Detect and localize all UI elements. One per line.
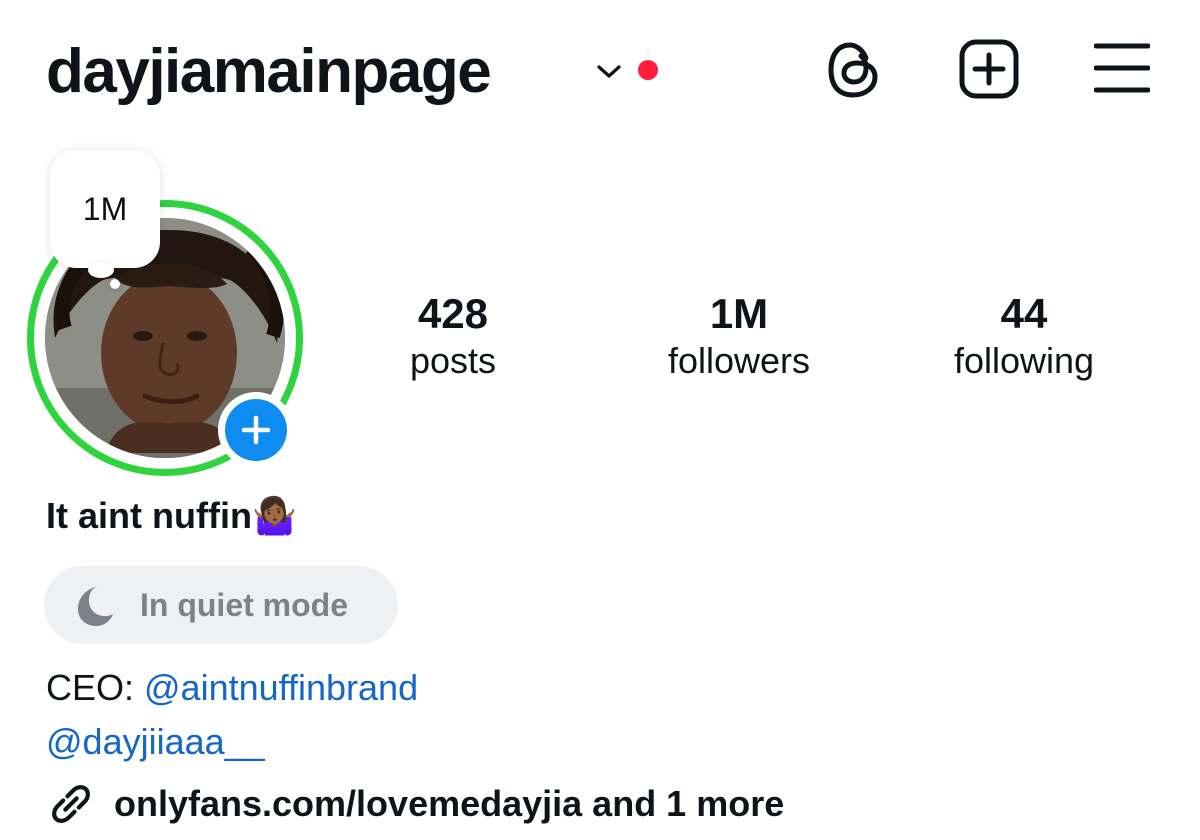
second-account-link[interactable]: @dayjiiaaa__ xyxy=(46,721,265,762)
ceo-link[interactable]: @aintnuffinbrand xyxy=(144,667,418,708)
note-text: 1M xyxy=(82,190,128,227)
posts-count: 428 xyxy=(417,290,489,337)
quiet-mode-text: In quiet mode xyxy=(140,586,348,623)
external-links[interactable]: onlyfans.com/lovemedayjia and 1 more xyxy=(46,782,784,826)
stat-posts[interactable]: 428 posts xyxy=(333,290,573,384)
display-name: It aint nuffin🤷🏾‍♀️ xyxy=(46,494,297,538)
following-count: 44 xyxy=(1000,290,1048,337)
link-icon xyxy=(52,785,90,823)
quiet-mode-badge[interactable]: In quiet mode xyxy=(44,566,398,644)
ceo-prefix: CEO: xyxy=(46,667,145,708)
stat-following[interactable]: 44 following xyxy=(904,290,1144,384)
new-post-icon[interactable] xyxy=(958,38,1020,100)
followers-label: followers xyxy=(667,340,811,381)
profile-note[interactable]: 1M xyxy=(50,150,160,268)
shrug-emoji: 🤷🏾‍♀️ xyxy=(251,495,297,536)
threads-icon[interactable] xyxy=(826,38,882,102)
bio-line-ceo: CEO: @aintnuffinbrand xyxy=(46,666,418,710)
moon-icon xyxy=(78,586,113,626)
followers-count: 1M xyxy=(709,290,769,337)
following-label: following xyxy=(953,340,1095,381)
external-link-text: onlyfans.com/lovemedayjia and 1 more xyxy=(114,783,785,824)
menu-icon[interactable] xyxy=(1094,38,1150,98)
note-bubble-tail xyxy=(88,262,114,278)
add-story-button[interactable] xyxy=(218,392,294,468)
posts-label: posts xyxy=(409,340,497,381)
chevron-down-icon[interactable] xyxy=(594,60,624,82)
plus-icon xyxy=(241,415,271,445)
display-name-text: It aint nuffin xyxy=(46,495,252,536)
note-bubble-tail-small xyxy=(110,279,120,289)
bio-line-account: @dayjiiaaa__ xyxy=(46,720,265,764)
stat-followers[interactable]: 1M followers xyxy=(619,290,859,384)
profile-username[interactable]: dayjiamainpage xyxy=(46,36,492,108)
notification-dot xyxy=(638,60,658,80)
